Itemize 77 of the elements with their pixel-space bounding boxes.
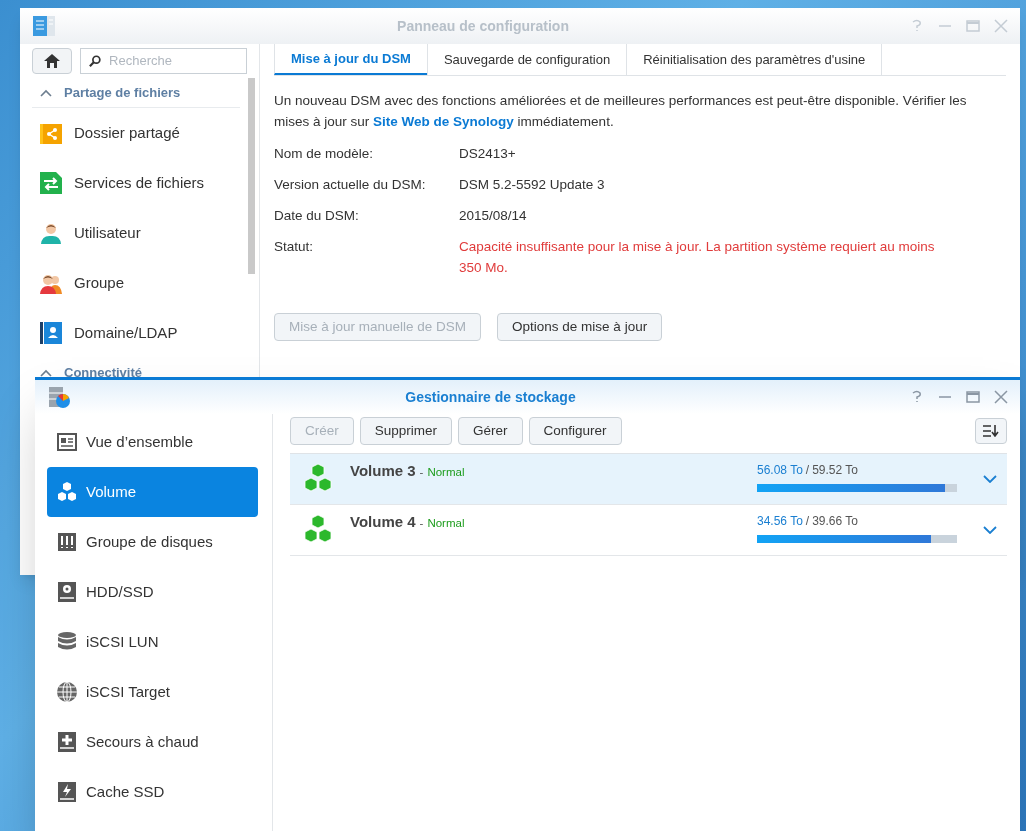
home-button[interactable] [32,48,72,74]
field-label: Version actuelle du DSM: [274,176,427,194]
sidebar-item[interactable]: Domaine/LDAP [32,308,240,358]
sidebar-item[interactable]: Services de fichiers [32,158,240,208]
toolbar-button[interactable]: Supprimer [359,417,453,445]
search-input[interactable]: Recherche [109,51,238,71]
total-capacity: 39.66 To [812,513,858,530]
volume-row[interactable]: Volume 3 - Normal 56.08 To / 59.52 To [290,454,1007,505]
field-value: DSM 5.2-5592 Update 3 [459,176,605,194]
chevron-icon [40,88,52,97]
folder-share-icon [40,122,62,144]
overview-icon [57,433,77,451]
globe-icon [56,681,78,703]
used-capacity: 56.08 To [757,462,803,479]
volume-name: Volume 3 [350,461,416,481]
sidebar-item[interactable]: HDD/SSD [47,567,258,617]
window-title: Panneau de configuration [396,16,570,36]
sidebar-item[interactable]: Groupe [32,258,240,308]
field-label: Date du DSM: [274,207,360,225]
chevron-icon [40,368,52,377]
search-field[interactable]: Recherche [80,48,247,74]
tab[interactable]: Sauvegarde de configuration [426,44,627,75]
toolbar-button[interactable]: Configurer [528,417,622,445]
directory-user-icon [40,322,62,344]
field-value: Capacité insuffisante pour la mise à jour. La partition système requiert au moins 350 Mo. [459,238,936,277]
maximize-icon[interactable] [966,19,980,33]
capacity-separator: / [805,513,810,530]
field-label: Nom de modèle: [274,145,375,163]
cache-lightning-icon [57,781,77,803]
action-button[interactable]: Options de mise à jour [497,313,663,341]
status-separator: - [419,465,424,480]
cubes-icon [56,481,78,503]
user-icon [40,222,62,244]
window-title: Gestionnaire de stockage [404,387,577,407]
used-capacity: 34.56 To [757,513,803,530]
tab[interactable]: Réinitialisation des paramètres d'usine [626,44,883,75]
sidebar-item[interactable]: Utilisateur [32,208,240,258]
section-header[interactable]: Partage de fichiers [32,78,240,108]
intro-text: Un nouveau DSM avec des fonctions améliorées et de meilleures performances est peut-être disponible. Vérifier les mises à jour sur Site Web de Synology immédiatement. [274,92,968,131]
capacity-separator: / [805,462,810,479]
help-icon[interactable] [910,390,924,404]
disk-group-icon [57,532,77,552]
sidebar-item[interactable]: Dossier partagé [32,108,240,158]
field-value: 2015/08/14 [459,207,527,225]
sort-icon [983,425,999,437]
sidebar-item[interactable]: Cache SSD [47,767,258,817]
control-panel-icon [32,14,56,38]
toolbar-button[interactable]: Gérer [458,417,523,445]
volume-status: Normal [427,465,465,480]
tab[interactable]: Mise à jour du DSM [274,44,427,75]
close-icon[interactable] [994,390,1008,404]
chevron-down-icon[interactable] [983,475,997,483]
search-icon [89,54,102,68]
sidebar-item[interactable]: Volume [47,467,258,517]
sidebar-item[interactable]: Vue d’ensemble [47,417,258,467]
close-icon[interactable] [994,19,1008,33]
sidebar-item[interactable]: iSCSI Target [47,667,258,717]
sidebar-item[interactable]: Groupe de disques [47,517,258,567]
storage-manager-icon [47,385,71,409]
help-icon[interactable] [910,19,924,33]
sidebar-item[interactable]: Secours à chaud [47,717,258,767]
chevron-down-icon[interactable] [983,526,997,534]
field-value: DS2413+ [459,145,516,163]
scrollbar[interactable] [248,78,255,274]
total-capacity: 59.52 To [812,462,858,479]
group-icon [40,272,62,294]
home-icon [44,54,60,68]
sidebar-item[interactable]: iSCSI LUN [47,617,258,667]
sort-button[interactable] [975,418,1007,444]
synology-link[interactable]: Site Web de Synology [373,114,514,129]
maximize-icon[interactable] [966,390,980,404]
volume-name: Volume 4 [350,512,416,532]
volume-status: Normal [427,516,465,531]
status-separator: - [419,516,424,531]
file-services-icon [40,172,62,194]
medical-plus-icon [57,731,77,753]
field-label: Statut: [274,238,315,256]
